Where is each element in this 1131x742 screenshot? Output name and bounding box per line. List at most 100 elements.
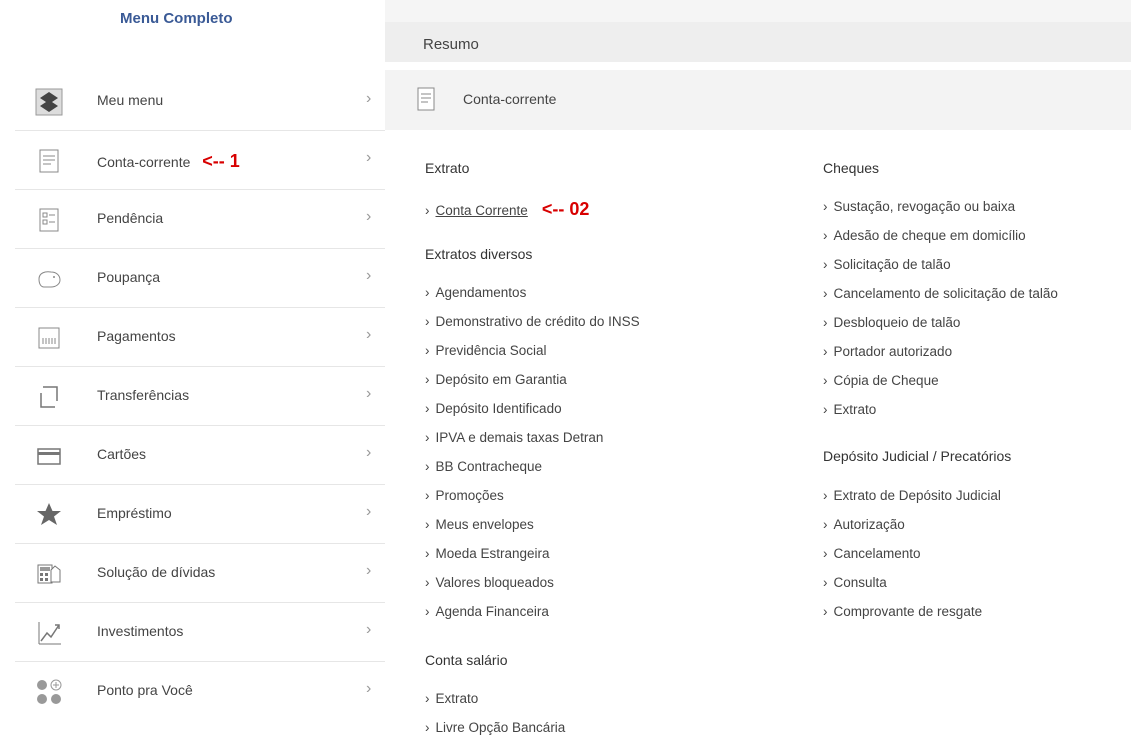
menu-link[interactable]: › Desbloqueio de talão bbox=[823, 315, 960, 330]
right-panel: Resumo Conta-corrente Extrato › Conta Cor… bbox=[385, 0, 1131, 742]
menu-item-investimentos[interactable]: Investimentos › bbox=[15, 603, 385, 662]
menu-link[interactable]: › Agenda Financeira bbox=[425, 604, 549, 619]
chevron-right-icon: › bbox=[425, 517, 430, 532]
chevron-right-icon: › bbox=[425, 285, 430, 300]
menu-link[interactable]: › Depósito em Garantia bbox=[425, 372, 567, 387]
menu-link[interactable]: › IPVA e demais taxas Detran bbox=[425, 430, 603, 445]
link-text: Conta Corrente bbox=[435, 203, 528, 218]
menu-link[interactable]: › Autorização bbox=[823, 517, 905, 532]
menu-link[interactable]: › Previdência Social bbox=[425, 343, 547, 358]
menu-item-label: Solução de dívidas bbox=[97, 564, 216, 580]
link-text: Cancelamento de solicitação de talão bbox=[833, 286, 1058, 301]
chevron-right-icon: › bbox=[425, 575, 430, 590]
menu-link[interactable]: › Solicitação de talão bbox=[823, 257, 951, 272]
menu-link[interactable]: › Portador autorizado bbox=[823, 344, 952, 359]
chevron-right-icon: › bbox=[425, 343, 430, 358]
menu-item-transferencias[interactable]: Transferências › bbox=[15, 367, 385, 426]
annotation-1: <-- 1 bbox=[202, 151, 240, 171]
document-icon bbox=[415, 86, 437, 112]
chart-up-icon bbox=[35, 619, 63, 647]
menu-link[interactable]: › Extrato de Depósito Judicial bbox=[823, 488, 1001, 503]
link-conta-corrente[interactable]: › Conta Corrente <-- 02 bbox=[425, 199, 589, 220]
menu-item-pagamentos[interactable]: Pagamentos › bbox=[15, 308, 385, 367]
link-text: Portador autorizado bbox=[833, 344, 953, 359]
chevron-right-icon: › bbox=[823, 315, 828, 330]
menu-link[interactable]: › Agendamentos bbox=[425, 285, 526, 300]
menu-link[interactable]: › Demonstrativo de crédito do INSS bbox=[425, 314, 640, 329]
link-text: BB Contracheque bbox=[435, 459, 543, 474]
menu-link[interactable]: › Depósito Identificado bbox=[425, 401, 562, 416]
menu-link[interactable]: › Sustação, revogação ou baixa bbox=[823, 199, 1015, 214]
menu-item-poupanca[interactable]: Poupança › bbox=[15, 249, 385, 308]
link-text: Cópia de Cheque bbox=[833, 373, 939, 388]
link-text: Agenda Financeira bbox=[435, 604, 549, 619]
link-text: Valores bloqueados bbox=[435, 575, 554, 590]
menu-link[interactable]: › Comprovante de resgate bbox=[823, 604, 982, 619]
chevron-right-icon: › bbox=[823, 228, 828, 243]
link-text: Autorização bbox=[833, 517, 905, 532]
menu-item-ponto-pra-voce[interactable]: Ponto pra Você › bbox=[15, 662, 385, 720]
chevron-right-icon: › bbox=[366, 326, 372, 343]
section-extratos-diversos: Extratos diversos bbox=[425, 246, 533, 262]
chevron-right-icon: › bbox=[366, 503, 372, 520]
link-text: Cancelamento bbox=[833, 546, 921, 561]
menu-item-label: Meu menu bbox=[97, 92, 164, 108]
link-extrato[interactable]: › Extrato bbox=[425, 691, 478, 706]
menu-item-solucao-de-dividas[interactable]: Solução de dívidas › bbox=[15, 544, 385, 603]
menu-link[interactable]: › Valores bloqueados bbox=[425, 575, 554, 590]
chevron-right-icon: › bbox=[366, 267, 372, 284]
chevron-right-icon: › bbox=[366, 385, 372, 402]
chevron-right-icon: › bbox=[366, 444, 372, 461]
chevron-right-icon: › bbox=[366, 208, 372, 225]
link-text: Meus envelopes bbox=[435, 517, 534, 532]
link-livre-opcao[interactable]: › Livre Opção Bancária bbox=[425, 720, 565, 735]
link-text: Previdência Social bbox=[435, 343, 547, 358]
menu-item-meu-menu[interactable]: Meu menu › bbox=[15, 72, 385, 131]
chevron-right-icon: › bbox=[366, 562, 372, 579]
chevron-right-icon: › bbox=[425, 401, 430, 416]
menu-item-label: Ponto pra Você bbox=[97, 682, 193, 698]
menu-link[interactable]: › Moeda Estrangeira bbox=[425, 546, 550, 561]
chevron-right-icon: › bbox=[425, 691, 430, 706]
link-text: Desbloqueio de talão bbox=[833, 315, 961, 330]
piggy-bank-icon bbox=[35, 265, 63, 293]
transfer-icon bbox=[35, 383, 63, 411]
menu-item-label: Poupança bbox=[97, 269, 161, 285]
chevron-right-icon: › bbox=[425, 488, 430, 503]
menu-item-label: Pendência bbox=[97, 210, 164, 226]
menu-link[interactable]: › Meus envelopes bbox=[425, 517, 534, 532]
bb-logo-icon bbox=[35, 88, 63, 116]
chevron-right-icon: › bbox=[366, 149, 372, 166]
section-conta-salario: Conta salário bbox=[425, 652, 508, 668]
left-menu: Menu Completo Meu menu › Conta-corrente … bbox=[15, 0, 385, 742]
menu-link[interactable]: › Consulta bbox=[823, 575, 887, 590]
menu-item-label: Transferências bbox=[97, 387, 190, 403]
menu-item-conta-corrente[interactable]: Conta-corrente <-- 1 › bbox=[15, 131, 385, 190]
menu-item-label: Pagamentos bbox=[97, 328, 176, 344]
menu-link[interactable]: › BB Contracheque bbox=[425, 459, 542, 474]
menu-link[interactable]: › Cópia de Cheque bbox=[823, 373, 939, 388]
resumo-title: Resumo bbox=[423, 36, 479, 53]
barcode-icon bbox=[35, 324, 63, 352]
menu-item-label: Investimentos bbox=[97, 623, 184, 639]
menu-item-pendencia[interactable]: Pendência › bbox=[15, 190, 385, 249]
chevron-right-icon: › bbox=[425, 720, 430, 735]
link-text: Sustação, revogação ou baixa bbox=[833, 199, 1016, 214]
menu-link[interactable]: › Adesão de cheque em domicílio bbox=[823, 228, 1026, 243]
checklist-icon bbox=[35, 206, 63, 234]
chevron-right-icon: › bbox=[425, 314, 430, 329]
menu-item-emprestimo[interactable]: Empréstimo › bbox=[15, 485, 385, 544]
menu-link[interactable]: › Cancelamento bbox=[823, 546, 921, 561]
annotation-02: <-- 02 bbox=[541, 199, 590, 219]
chevron-right-icon: › bbox=[823, 199, 828, 214]
dots-plus-icon bbox=[35, 678, 63, 706]
link-text: Agendamentos bbox=[435, 285, 527, 300]
section-extrato: Extrato bbox=[425, 160, 470, 176]
menu-link[interactable]: › Promoções bbox=[425, 488, 504, 503]
chevron-right-icon: › bbox=[823, 286, 828, 301]
link-text: Extrato bbox=[435, 691, 479, 706]
chevron-right-icon: › bbox=[366, 90, 372, 107]
menu-link[interactable]: › Cancelamento de solicitação de talão bbox=[823, 286, 1058, 301]
menu-link[interactable]: › Extrato bbox=[823, 402, 876, 417]
menu-item-cartoes[interactable]: Cartões › bbox=[15, 426, 385, 485]
